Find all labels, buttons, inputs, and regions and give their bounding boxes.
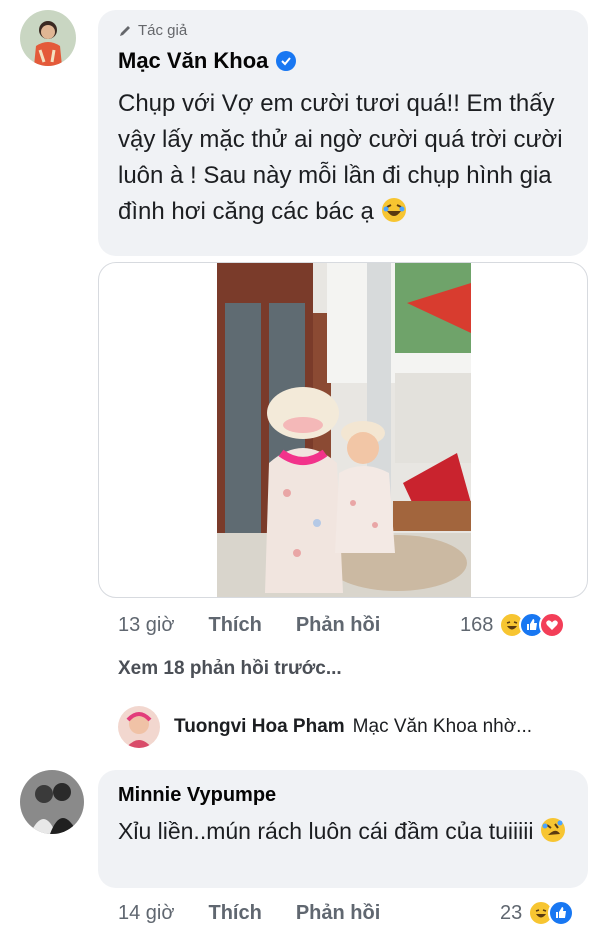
like-icon [548,900,575,926]
like-button[interactable]: Thích [208,902,261,925]
comment-text: Xỉu liền..mún rách luôn cái đầm của tuii… [118,814,578,848]
reply-text: Mạc Văn Khoa nhờ... [352,716,533,737]
rolling-laughing-emoji-icon [540,817,566,843]
comment-time[interactable]: 14 giờ [118,902,174,925]
reaction-count: 23 [500,901,523,924]
author-tag: Tác giả [118,22,187,39]
commenter-name[interactable]: Minnie Vypumpe [118,784,276,807]
pen-icon [120,25,130,36]
reply-button[interactable]: Phản hồi [296,614,380,637]
author-name[interactable]: Mạc Văn Khoa [118,48,268,74]
comment-time[interactable]: 13 giờ [118,614,174,637]
comment-bubble: Tác giả Mạc Văn Khoa Chụp với Vợ em cười… [98,10,588,256]
reply-preview[interactable]: Tuongvi Hoa Pham Mạc Văn Khoa nhờ... [174,716,532,738]
comment-actions: 13 giờ Thích Phản hồi [118,614,380,637]
love-icon [539,612,566,638]
author-tag-label: Tác giả [138,22,188,39]
like-button[interactable]: Thích [208,614,261,637]
reply-author-name[interactable]: Tuongvi Hoa Pham [174,716,345,737]
reply-avatar[interactable] [118,706,160,748]
reaction-summary[interactable]: 168 [460,612,566,638]
verified-badge-icon [276,51,297,71]
author-avatar[interactable] [20,10,76,66]
photo-image [217,263,471,597]
photo-attachment[interactable] [98,262,588,598]
commenter-avatar[interactable] [20,770,84,834]
reply-button[interactable]: Phản hồi [296,902,380,925]
comment-text: Chụp với Vợ em cười tươi quá!! Em thấy v… [118,90,563,225]
comment-bubble: Minnie Vypumpe Xỉu liền..mún rách luôn c… [98,770,588,888]
comment-actions: 14 giờ Thích Phản hồi [118,902,380,925]
view-previous-replies-link[interactable]: Xem 18 phản hồi trước... [118,658,342,680]
reaction-summary[interactable]: 23 [500,900,575,926]
reaction-count: 168 [460,613,494,636]
laughing-emoji-icon [381,197,407,223]
